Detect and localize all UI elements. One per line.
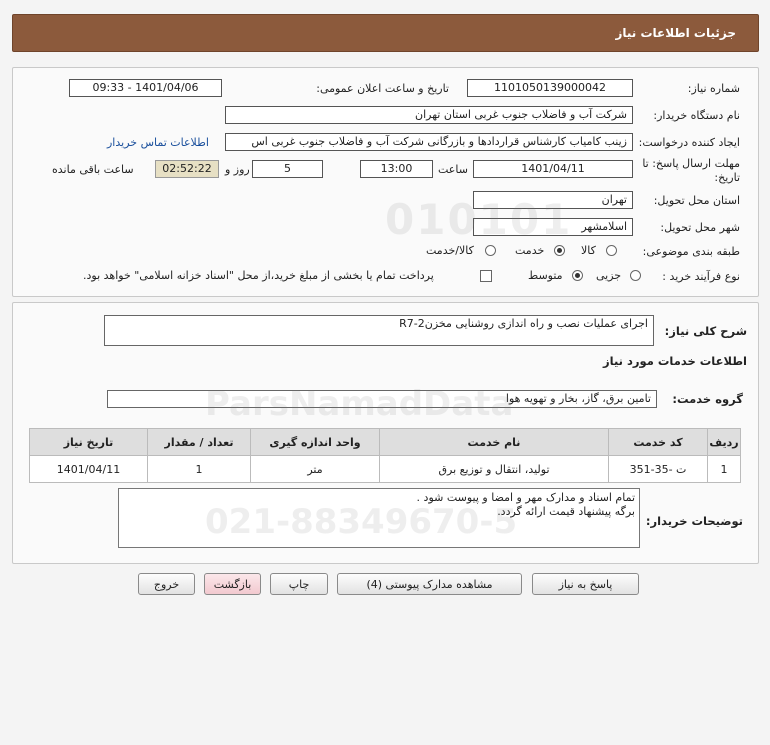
general-description-field: اجرای عملیات نصب و راه اندازی روشنایی مخ…: [104, 315, 654, 346]
services-section-title: اطلاعات خدمات مورد نیاز: [603, 354, 747, 368]
process-option-minor: جزیی: [596, 269, 622, 282]
col-need-date: تاریخ نیاز: [29, 428, 148, 456]
payment-checkbox[interactable]: [480, 270, 492, 282]
col-service-name: نام خدمت: [379, 428, 609, 456]
category-option-service: خدمت: [515, 244, 545, 257]
buyer-notes-label: توضیحات خریدار:: [645, 514, 743, 528]
category-label: طبقه بندی موضوعی:: [642, 245, 740, 258]
process-radio-minor[interactable]: [630, 270, 641, 281]
announce-label: تاریخ و ساعت اعلان عمومی:: [316, 82, 449, 95]
table-row: 1 ت -35-351 تولید، انتقال و توزیع برق مت…: [29, 455, 741, 483]
print-button[interactable]: چاپ: [270, 573, 328, 595]
exit-button[interactable]: خروج: [138, 573, 195, 595]
category-option-goods: کالا: [581, 244, 596, 257]
services-table-header: ردیف کد خدمت نام خدمت واحد اندازه گیری ت…: [29, 428, 741, 456]
col-row: ردیف: [707, 428, 741, 456]
col-unit: واحد اندازه گیری: [250, 428, 380, 456]
services-table: ردیف کد خدمت نام خدمت واحد اندازه گیری ت…: [29, 428, 741, 483]
province-label: استان محل تحویل:: [653, 194, 740, 207]
back-button[interactable]: بازگشت: [204, 573, 261, 595]
category-option-both: کالا/خدمت: [426, 244, 474, 257]
process-label: نوع فرآیند خرید :: [662, 270, 740, 283]
attachments-button[interactable]: مشاهده مدارک پیوستی (4): [337, 573, 522, 595]
cell-service-code: ت -35-351: [608, 455, 708, 483]
col-service-code: کد خدمت: [608, 428, 708, 456]
deadline-label: مهلت ارسال پاسخ: تا: [642, 157, 740, 170]
category-radio-both[interactable]: [485, 245, 496, 256]
deadline-label-date: تاریخ:: [714, 171, 740, 184]
cell-service-name: تولید، انتقال و توزیع برق: [379, 455, 609, 483]
days-label: روز و: [225, 163, 250, 176]
process-radio-medium[interactable]: [572, 270, 583, 281]
process-option-medium: متوسط: [528, 269, 563, 282]
cell-unit: متر: [250, 455, 380, 483]
need-number-label: شماره نیاز:: [687, 82, 740, 95]
remaining-timer: 02:52:22: [155, 160, 219, 178]
general-description-text: اجرای عملیات نصب و راه اندازی روشنایی مخ…: [399, 317, 648, 330]
remaining-label: ساعت باقی مانده: [52, 163, 134, 176]
reply-button[interactable]: پاسخ به نیاز: [532, 573, 639, 595]
cell-row: 1: [707, 455, 741, 483]
cell-quantity: 1: [147, 455, 251, 483]
watermark-phone: 021-88349670-5: [205, 502, 518, 542]
days-field: 5: [252, 160, 323, 178]
col-quantity: تعداد / مقدار: [147, 428, 251, 456]
cell-need-date: 1401/04/11: [29, 455, 148, 483]
general-description-label: شرح کلی نیاز:: [664, 324, 747, 338]
watermark-number: 010101: [385, 195, 573, 244]
payment-note: پرداخت تمام یا بخشی از مبلغ خرید،از محل …: [83, 269, 434, 282]
announce-field: 1401/04/06 - 09:33: [69, 79, 222, 97]
city-label: شهر محل تحویل:: [660, 221, 740, 234]
service-group-label: گروه خدمت:: [672, 392, 743, 406]
details-panel: [12, 67, 759, 297]
need-number-field: 1101050139000042: [467, 79, 633, 97]
buyer-label: نام دستگاه خریدار:: [653, 109, 740, 122]
category-radio-goods[interactable]: [606, 245, 617, 256]
deadline-date-field: 1401/04/11: [473, 160, 633, 178]
deadline-time-field: 13:00: [360, 160, 433, 178]
creator-field: زینب کامیاب کارشناس قراردادها و بازرگانی…: [225, 133, 633, 151]
category-radio-service[interactable]: [554, 245, 565, 256]
deadline-time-label: ساعت: [438, 163, 468, 176]
page-title-bar: جزئیات اطلاعات نیاز: [12, 14, 759, 52]
watermark-brand: ParsNamadData: [205, 384, 514, 424]
buyer-field: شرکت آب و فاضلاب جنوب غربی استان تهران: [225, 106, 633, 124]
page-title: جزئیات اطلاعات نیاز: [615, 26, 736, 40]
buyer-contact-link[interactable]: اطلاعات تماس خریدار: [107, 136, 209, 149]
creator-label: ایجاد کننده درخواست:: [638, 136, 740, 149]
